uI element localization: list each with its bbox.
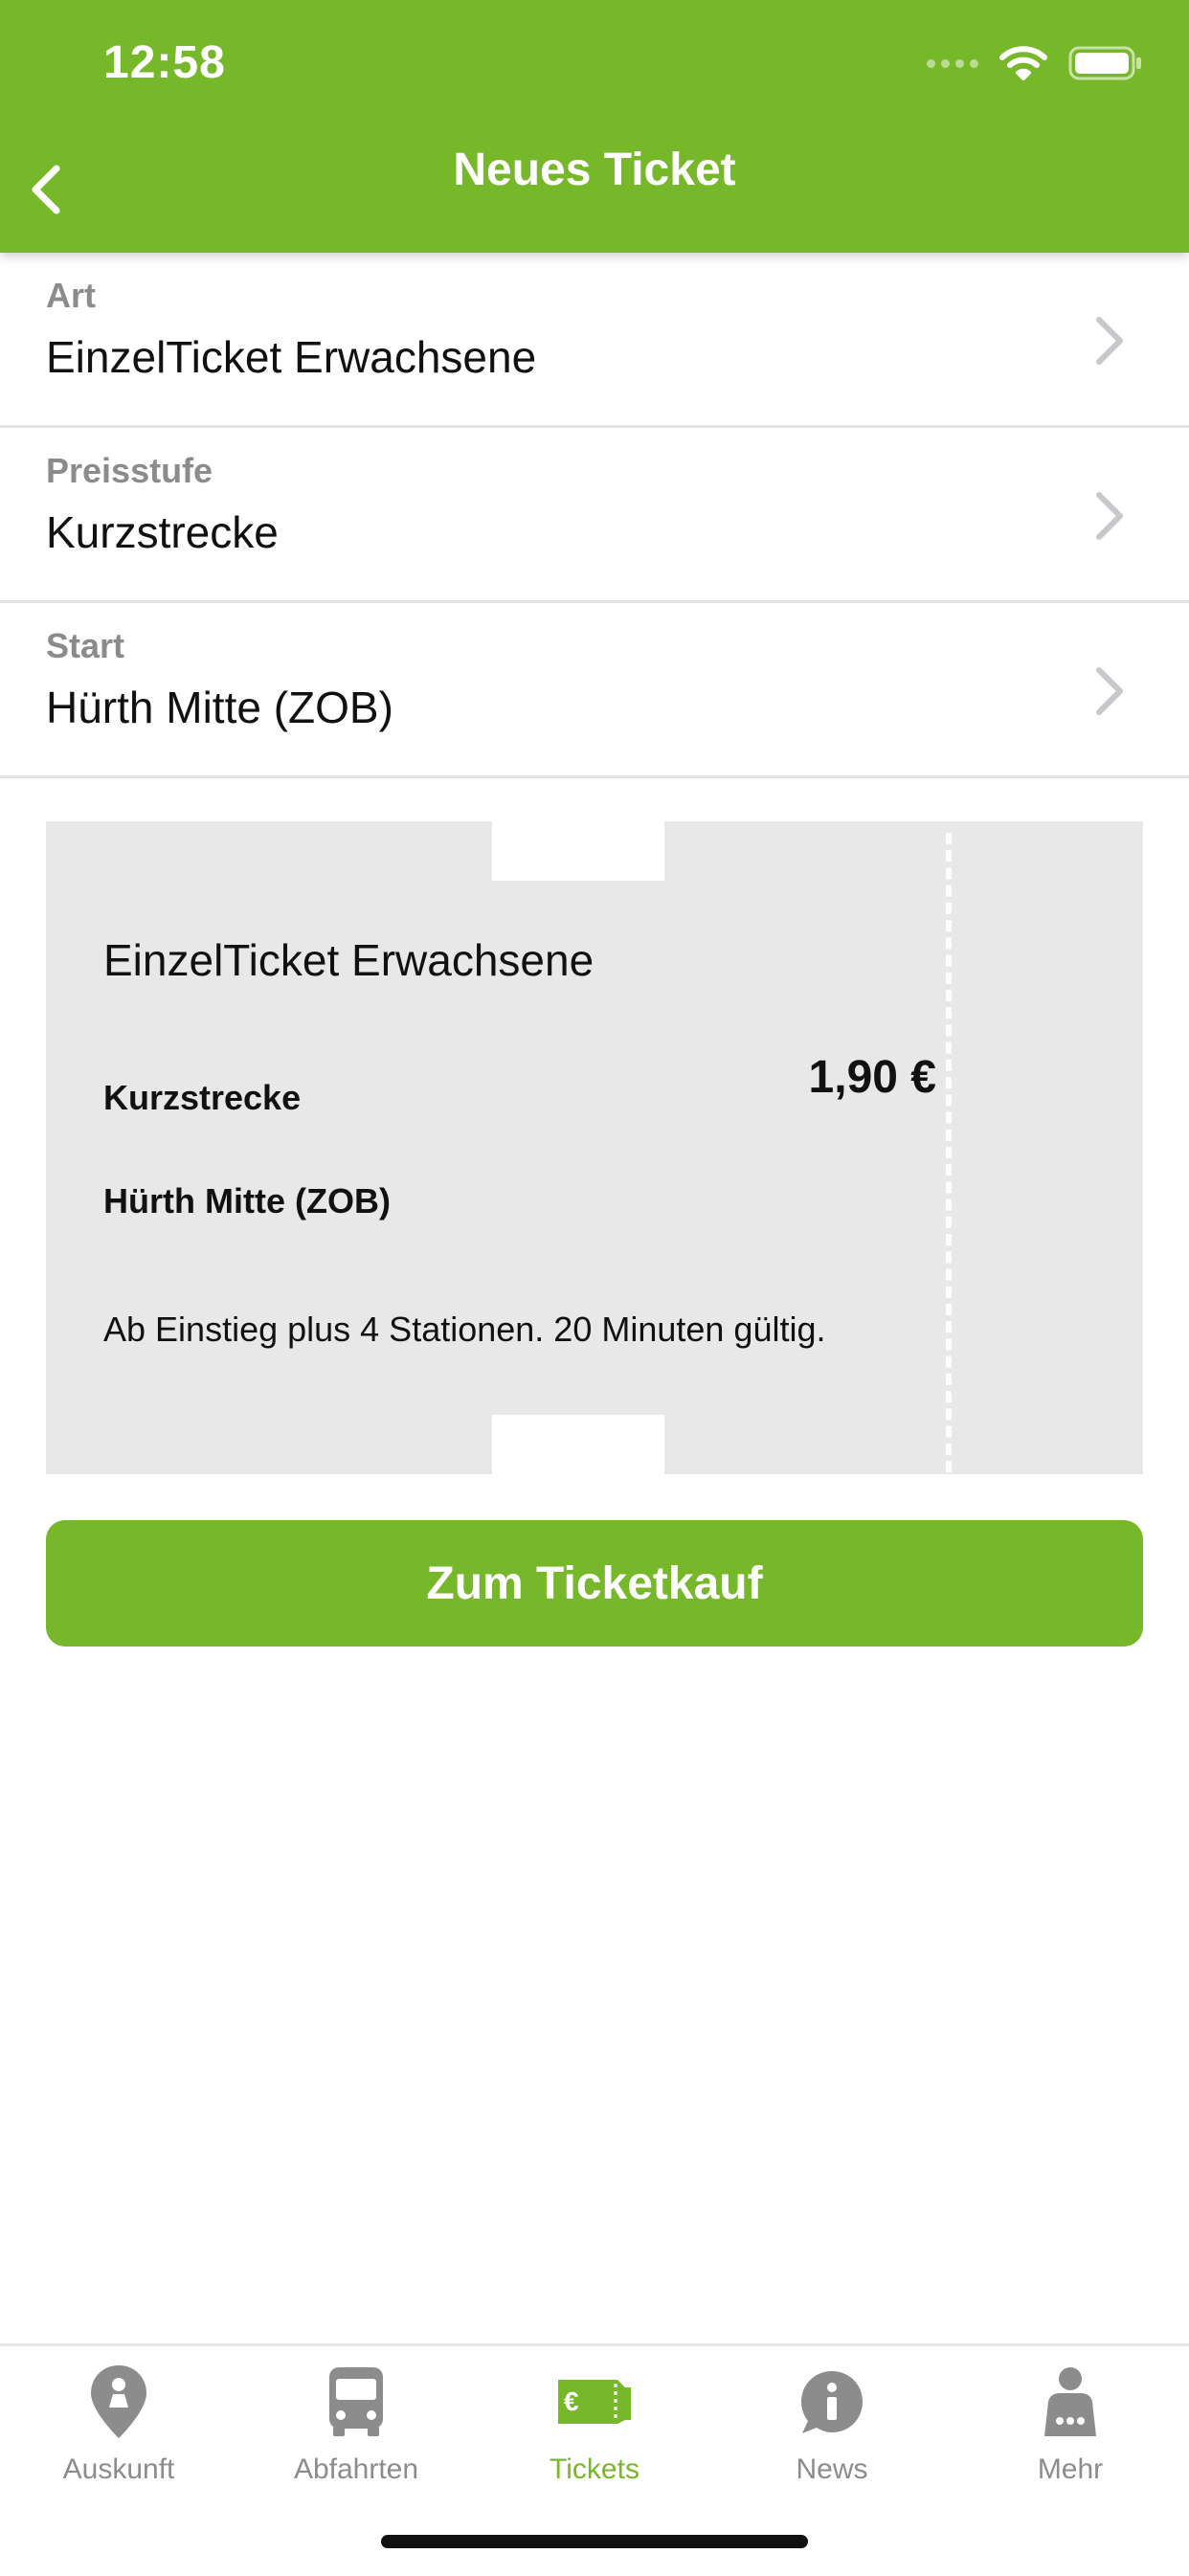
person-more-icon (1044, 2367, 1096, 2436)
location-pin-icon (91, 2365, 146, 2438)
chevron-right-icon (1096, 317, 1123, 365)
svg-text:€: € (564, 2386, 579, 2416)
info-bubble-icon (801, 2371, 863, 2433)
row-value: Kurzstrecke (46, 507, 279, 557)
ticket-description: Ab Einstieg plus 4 Stationen. 20 Minuten… (103, 1310, 826, 1349)
ticket-zone: Kurzstrecke (103, 1078, 302, 1117)
ticket-notch-bottom (492, 1415, 664, 1474)
tab-label: Auskunft (62, 2453, 175, 2485)
ticket-preview: EinzelTicket Erwachsene Kurzstrecke 1,90… (46, 821, 1143, 1474)
tab-abfahrten[interactable]: Abfahrten (237, 2363, 475, 2507)
header: 12:58 Neues Ticket (0, 0, 1189, 253)
chevron-right-icon (1096, 667, 1123, 715)
ticket-name: EinzelTicket Erwachsene (103, 935, 594, 985)
row-preisstufe[interactable]: Preisstufe Kurzstrecke (0, 428, 1189, 603)
row-value: EinzelTicket Erwachsene (46, 332, 537, 382)
home-indicator[interactable] (381, 2535, 808, 2548)
row-value: Hürth Mitte (ZOB) (46, 683, 393, 732)
page-title: Neues Ticket (453, 145, 736, 195)
tab-tickets[interactable]: € Tickets (476, 2363, 713, 2507)
row-art[interactable]: Art EinzelTicket Erwachsene (0, 253, 1189, 428)
battery-icon (1068, 46, 1141, 80)
ticket-perforation (946, 833, 952, 1472)
ticket-price: 1,90 € (808, 1052, 936, 1103)
tab-auskunft[interactable]: Auskunft (0, 2363, 237, 2507)
status-icons (927, 44, 1143, 82)
tab-label: Abfahrten (293, 2453, 419, 2485)
row-label: Art (46, 276, 96, 315)
status-time: 12:58 (103, 37, 226, 88)
ticket-options-list: Art EinzelTicket Erwachsene Preisstufe K… (0, 253, 1189, 778)
row-label: Start (46, 626, 125, 665)
buy-ticket-button[interactable]: Zum Ticketkauf (46, 1520, 1143, 1646)
chevron-right-icon (1096, 492, 1123, 540)
tab-label: News (796, 2453, 868, 2485)
signal-icon (927, 58, 978, 68)
ticket-euro-icon: € (558, 2380, 631, 2424)
row-start[interactable]: Start Hürth Mitte (ZOB) (0, 603, 1189, 778)
tab-mehr[interactable]: Mehr (952, 2363, 1189, 2507)
bus-icon (329, 2367, 383, 2436)
row-label: Preisstufe (46, 451, 213, 490)
tab-label: Mehr (1037, 2453, 1104, 2485)
tab-label: Tickets (550, 2453, 639, 2485)
tab-news[interactable]: News (713, 2363, 951, 2507)
ticket-notch-top (492, 821, 664, 881)
ticket-start: Hürth Mitte (ZOB) (103, 1181, 391, 1221)
wifi-icon (999, 46, 1047, 80)
